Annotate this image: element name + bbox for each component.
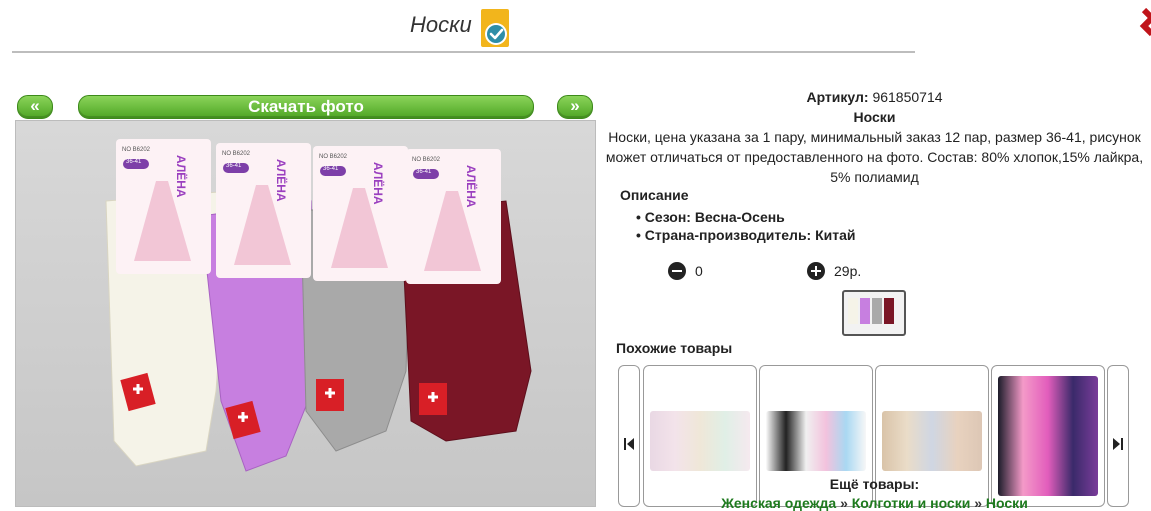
more-products: Ещё товары: Женская одежда » Колготки и …: [598, 476, 1151, 511]
sock-card-size: 36-41: [416, 169, 432, 175]
sock-card-code: NO B6202: [319, 154, 348, 160]
article-label: Артикул:: [806, 89, 869, 105]
sock-card-size: 36-41: [226, 163, 242, 169]
sock-card-label: АЛЁНА: [274, 159, 288, 202]
product-description-line: Носки, цена указана за 1 пару, минимальн…: [608, 129, 1141, 145]
sock-card-code: NO B6202: [222, 151, 251, 157]
similar-product-image: [766, 411, 866, 471]
description-title: Описание: [620, 187, 689, 203]
breadcrumb-link[interactable]: Колготки и носки: [852, 495, 971, 511]
product-info: Артикул: 961850714 Носки Носки, цена ука…: [598, 87, 1151, 187]
title-divider: [12, 51, 915, 53]
sock-card-label: АЛЁНА: [174, 155, 188, 198]
increase-quantity-button[interactable]: [807, 262, 825, 280]
article-line: Артикул: 961850714: [598, 87, 1151, 107]
page-title: Носки: [410, 12, 472, 37]
skip-forward-icon: [1113, 438, 1123, 450]
verified-badge-icon: [481, 9, 509, 47]
socks-illustration: [105, 139, 532, 472]
photo-prev-button[interactable]: «: [17, 95, 53, 119]
product-name: Носки: [853, 109, 896, 125]
product-thumbnail[interactable]: [842, 290, 906, 336]
close-icon[interactable]: [1136, 8, 1151, 42]
more-products-title: Ещё товары:: [829, 476, 920, 492]
sock-card-size: 36-41: [323, 166, 339, 172]
breadcrumb-link[interactable]: Женская одежда: [721, 495, 836, 511]
photo-next-button[interactable]: »: [557, 95, 593, 119]
article-value: 961850714: [872, 89, 943, 105]
price-value: 29р.: [834, 263, 862, 279]
product-description-line: может отличаться от предоставленного на …: [605, 149, 1144, 165]
product-photo[interactable]: АЛЁНА АЛЁНА АЛЁНА АЛЁНА NO B6202 NO B620…: [15, 120, 596, 507]
description-item: Сезон: Весна-Осень: [636, 208, 856, 226]
similar-product-image: [650, 411, 750, 471]
similar-product-image: [882, 411, 982, 471]
description-item: Страна-производитель: Китай: [636, 226, 856, 244]
sock-card-code: NO B6202: [122, 147, 151, 153]
description-list: Сезон: Весна-Осень Страна-производитель:…: [636, 208, 856, 244]
breadcrumb-link[interactable]: Носки: [986, 495, 1028, 511]
quantity-value: 0: [695, 263, 703, 279]
minus-icon: [672, 270, 682, 272]
sock-card-code: NO B6202: [412, 157, 441, 163]
sock-card-label: АЛЁНА: [464, 165, 478, 208]
sock-card-size: 36-41: [126, 159, 142, 165]
download-photo-button[interactable]: Скачать фото: [78, 95, 534, 119]
skip-back-icon: [624, 438, 634, 450]
decrease-quantity-button[interactable]: [668, 262, 686, 280]
sock-card-label: АЛЁНА: [371, 162, 385, 205]
similar-products-title: Похожие товары: [616, 340, 733, 356]
breadcrumb: Женская одежда » Колготки и носки » Носк…: [721, 495, 1028, 511]
product-description-line: 5% полиамид: [830, 169, 919, 185]
